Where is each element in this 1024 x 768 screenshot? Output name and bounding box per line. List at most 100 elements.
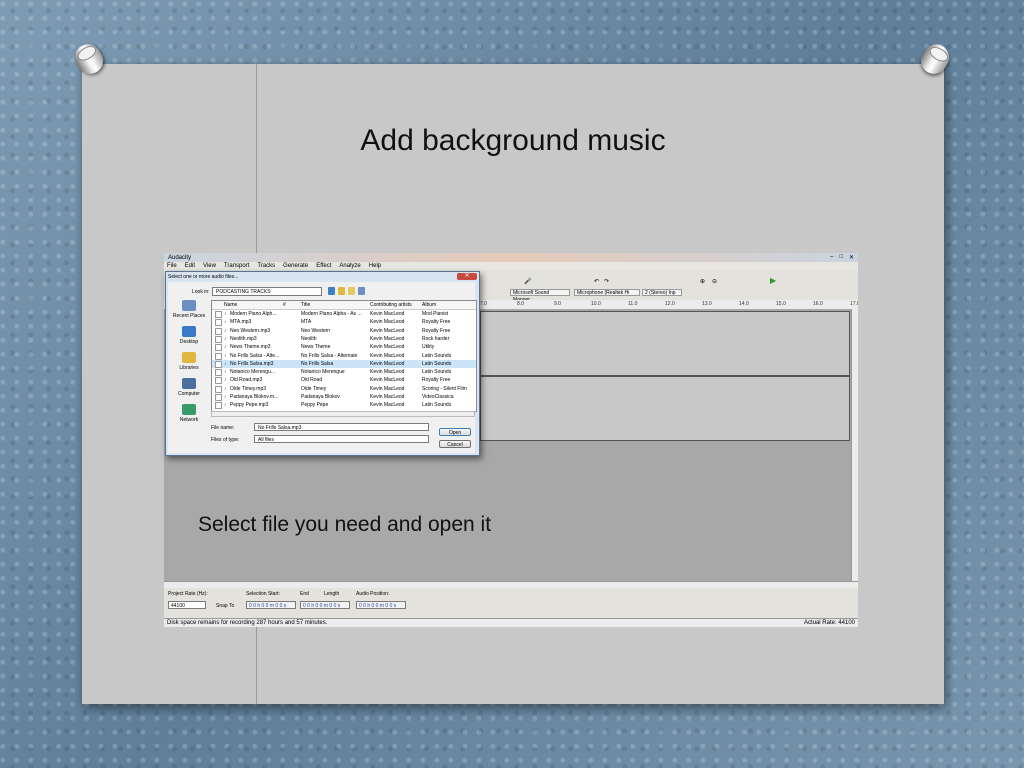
file-album: Latin Sounds xyxy=(422,369,452,376)
audio-position-field[interactable]: 0 0 h 0 0 m 0 0 s xyxy=(356,601,406,609)
place-desktop[interactable]: Desktop xyxy=(170,326,208,345)
status-bar: Disk space remains for recording 287 hou… xyxy=(164,618,858,627)
dialog-close-icon[interactable]: ✕ xyxy=(457,273,477,280)
column-header-title[interactable]: Title xyxy=(301,302,310,308)
selection-start-field[interactable]: 0 0 h 0 0 m 0 0 s xyxy=(246,601,296,609)
zoom-in-icon[interactable]: ⊕ xyxy=(700,278,705,285)
mic-icon[interactable]: 🎤 xyxy=(524,278,531,285)
file-checkbox[interactable] xyxy=(215,385,222,393)
audio-file-icon: ♪ xyxy=(224,394,227,400)
close-icon[interactable]: ✕ xyxy=(849,254,854,261)
selection-end-field[interactable]: 0 0 h 0 0 m 0 0 s xyxy=(300,601,350,609)
undo-icon[interactable]: ↶ xyxy=(594,278,599,285)
file-row[interactable]: ♪ No Frills Salsa.mp3 No Frills Salsa Kevin… xyxy=(212,359,476,368)
file-type-label: Files of type: xyxy=(211,437,240,443)
file-row[interactable]: ♪ Old Road.mp3 Old Road Kevin MacLeod Royalt… xyxy=(212,376,476,385)
file-album: Mod Pianist xyxy=(422,311,449,317)
cancel-button[interactable]: Cancel xyxy=(439,440,471,448)
place-recent-places[interactable]: Recent Places xyxy=(170,300,208,319)
file-list[interactable]: Name # Title Contributing artists Album … xyxy=(211,300,477,412)
audio-track[interactable] xyxy=(480,311,850,376)
file-title: Padanaya Blokov xyxy=(301,394,340,400)
audio-file-icon: ♪ xyxy=(224,327,227,334)
open-button[interactable]: Open xyxy=(439,428,471,436)
menu-item-file[interactable]: File xyxy=(167,263,177,269)
audio-file-icon: ♪ xyxy=(224,344,227,351)
file-checkbox[interactable] xyxy=(215,352,222,360)
file-album: Utility xyxy=(422,344,435,351)
file-row[interactable]: ♪ Notanico Merengu... Notanico Merengue Kev… xyxy=(212,368,476,377)
maximize-icon[interactable]: □ xyxy=(839,254,843,261)
place-icon xyxy=(182,352,196,363)
file-row[interactable]: ♪ MTA.mp3 MTA Kevin MacLeod Royalty Free xyxy=(212,318,476,327)
look-in-select[interactable]: PODCASTING TRACKS xyxy=(212,287,322,296)
output-device-select[interactable]: Microsoft Sound Mapper xyxy=(510,289,570,303)
file-checkbox[interactable] xyxy=(215,344,222,352)
column-header-number[interactable]: # xyxy=(283,302,286,308)
file-row[interactable]: ♪ Neolith.mp3 Neolith Kevin MacLeod Rock har… xyxy=(212,335,476,343)
file-checkbox[interactable] xyxy=(215,327,222,335)
view-menu-icon[interactable] xyxy=(358,287,365,295)
column-header-name[interactable]: Name xyxy=(224,302,237,308)
menu-item-analyze[interactable]: Analyze xyxy=(339,263,360,269)
place-label: Computer xyxy=(178,391,200,397)
file-artist: Kevin MacLeod xyxy=(370,344,405,351)
file-checkbox[interactable] xyxy=(215,311,222,318)
audio-track[interactable] xyxy=(480,376,850,441)
end-radio-label[interactable]: End xyxy=(300,591,309,597)
file-row[interactable]: ♪ Modern Piano Alph... Modern Piano Alpha … xyxy=(212,310,476,318)
menu-item-generate[interactable]: Generate xyxy=(283,263,308,269)
back-icon[interactable] xyxy=(328,287,335,295)
vertical-scrollbar[interactable] xyxy=(851,309,858,581)
minimize-icon[interactable]: – xyxy=(830,254,833,261)
length-radio-label[interactable]: Length xyxy=(324,591,339,597)
menu-item-help[interactable]: Help xyxy=(369,263,381,269)
file-checkbox[interactable] xyxy=(215,319,222,327)
file-artist: Kevin MacLeod xyxy=(370,402,405,409)
place-computer[interactable]: Computer xyxy=(170,378,208,397)
file-row[interactable]: ♪ Padanaya Blokov.m... Padanaya Blokov Kevi… xyxy=(212,393,476,401)
file-album: VideoClassica xyxy=(422,394,454,400)
file-type-select[interactable]: All files xyxy=(254,435,429,443)
new-folder-icon[interactable] xyxy=(348,287,355,295)
file-name: Padanaya Blokov.m... xyxy=(230,394,279,400)
menu-item-edit[interactable]: Edit xyxy=(185,263,195,269)
up-folder-icon[interactable] xyxy=(338,287,345,295)
file-row[interactable]: ♪ Peppy Pepe.mp3 Peppy Pepe Kevin MacLeod La… xyxy=(212,401,476,410)
file-checkbox[interactable] xyxy=(215,394,222,401)
channels-select[interactable]: 2 (Stereo) Inp xyxy=(642,289,682,296)
place-icon xyxy=(182,378,196,389)
menu-item-effect[interactable]: Effect xyxy=(316,263,331,269)
file-checkbox[interactable] xyxy=(215,377,222,385)
menu-item-transport[interactable]: Transport xyxy=(224,263,249,269)
file-name: No Frills Salsa - Alte... xyxy=(230,352,280,359)
file-checkbox[interactable] xyxy=(215,335,222,343)
file-album: Latin Sounds xyxy=(422,402,452,409)
place-libraries[interactable]: Libraries xyxy=(170,352,208,371)
column-header-album[interactable]: Album xyxy=(422,302,436,308)
play-icon[interactable]: ▶ xyxy=(770,276,776,285)
redo-icon[interactable]: ↷ xyxy=(604,278,609,285)
file-row[interactable]: ♪ Olde Timey.mp3 Olde Timey Kevin MacLeod Sc… xyxy=(212,385,476,393)
file-album: Royalty Free xyxy=(422,319,451,326)
place-network[interactable]: Network xyxy=(170,404,208,423)
file-row[interactable]: ♪ News Theme.mp3 News Theme Kevin MacLeod Ut… xyxy=(212,343,476,352)
menu-item-view[interactable]: View xyxy=(203,263,216,269)
file-checkbox[interactable] xyxy=(215,402,222,410)
input-device-select[interactable]: Microphone (Realtek Hi xyxy=(574,289,640,296)
file-name-input[interactable]: No Frills Salsa.mp3 xyxy=(254,423,429,431)
menu-item-tracks[interactable]: Tracks xyxy=(257,263,275,269)
zoom-out-icon[interactable]: ⊖ xyxy=(712,278,717,285)
file-row[interactable]: ♪ No Frills Salsa - Alte... No Frills Sals… xyxy=(212,352,476,360)
file-checkbox[interactable] xyxy=(215,369,222,377)
open-file-dialog: Select one or more audio files... ✕ Look… xyxy=(165,271,480,456)
status-text: Disk space remains for recording 287 hou… xyxy=(167,620,328,626)
file-checkbox[interactable] xyxy=(215,360,222,368)
file-row[interactable]: ♪ Neo Western.mp3 Neo Western Kevin MacLeod… xyxy=(212,327,476,335)
file-artist: Kevin MacLeod xyxy=(370,311,405,317)
file-title: No Frills Salsa - Alternate xyxy=(301,352,358,359)
project-rate-select[interactable]: 44100 xyxy=(168,601,206,609)
file-name: No Frills Salsa.mp3 xyxy=(230,360,274,367)
column-header-artists[interactable]: Contributing artists xyxy=(370,302,412,308)
file-list-scrollbar[interactable] xyxy=(211,411,475,417)
